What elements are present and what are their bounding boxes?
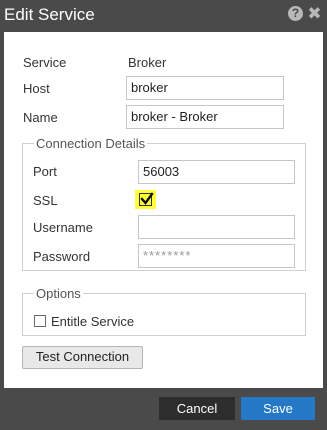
service-label: Service	[23, 55, 67, 70]
help-icon[interactable]: ?	[288, 6, 303, 21]
host-input[interactable]: broker	[126, 76, 284, 100]
username-label: Username	[33, 220, 93, 235]
save-button[interactable]: Save	[241, 397, 315, 420]
service-value: Broker	[128, 55, 167, 70]
ssl-checkbox[interactable]	[139, 192, 154, 206]
cancel-button[interactable]: Cancel	[159, 397, 235, 420]
connection-details-legend: Connection Details	[34, 136, 148, 152]
name-label: Name	[23, 110, 58, 125]
host-label: Host	[23, 81, 50, 96]
port-input[interactable]: 56003	[138, 160, 295, 184]
username-input[interactable]	[138, 215, 295, 239]
dialog-title: Edit Service	[4, 5, 95, 24]
test-connection-button[interactable]: Test Connection	[22, 346, 143, 369]
password-label: Password	[33, 249, 91, 264]
close-icon[interactable]: ✖	[307, 5, 322, 22]
dialog-body: Service Broker Host broker Name broker -…	[4, 32, 323, 388]
edit-service-dialog: Edit Service ? ✖ Service Broker Host bro…	[0, 0, 327, 430]
entitle-service-label[interactable]: Entitle Service	[51, 314, 134, 330]
port-label: Port	[33, 164, 57, 179]
options-legend: Options	[34, 286, 83, 302]
dialog-titlebar: Edit Service ? ✖	[0, 0, 327, 30]
title-icons: ? ✖	[288, 5, 322, 22]
ssl-label: SSL	[33, 193, 58, 208]
entitle-service-checkbox[interactable]	[34, 315, 46, 327]
dialog-footer: Cancel Save	[0, 390, 327, 430]
checkmark-icon	[140, 192, 154, 205]
name-input[interactable]: broker - Broker	[126, 105, 284, 129]
password-input[interactable]: ********	[138, 244, 295, 268]
